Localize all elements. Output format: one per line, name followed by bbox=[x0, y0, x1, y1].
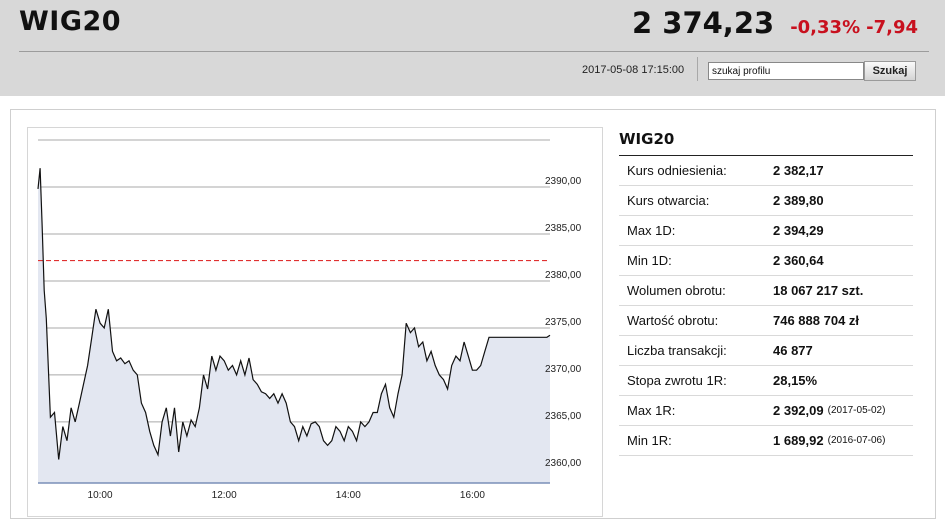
stats-value: 46 877 bbox=[773, 343, 813, 358]
stats-label: Kurs odniesienia: bbox=[627, 163, 727, 178]
toolbar-divider bbox=[697, 57, 698, 81]
stats-row: Kurs odniesienia: 2 382,17 bbox=[619, 156, 913, 186]
stats-row: Wartość obrotu: 746 888 704 zł bbox=[619, 306, 913, 336]
chart-svg: 2360,00 2365,00 2370,00 2375,00 2380,00 2385,… bbox=[37, 139, 582, 501]
quote-header: WIG20 2 374,23 -0,33% -7,94 2017-05-08 1… bbox=[0, 0, 945, 96]
stats-value: 1 689,92 bbox=[773, 433, 824, 448]
y-tick-label: 2365,00 bbox=[545, 411, 582, 422]
stats-row: Wolumen obrotu: 18 067 217 szt. bbox=[619, 276, 913, 306]
stats-row: Max 1D: 2 394,29 bbox=[619, 216, 913, 246]
intraday-chart: 2360,00 2365,00 2370,00 2375,00 2380,00 2385,… bbox=[27, 127, 603, 517]
stats-value: 18 067 217 szt. bbox=[773, 283, 864, 298]
stats-panel: WIG20 Kurs odniesienia: 2 382,17 Kurs otwa… bbox=[619, 126, 913, 456]
price-area bbox=[38, 168, 550, 483]
profile-search-input[interactable] bbox=[708, 62, 864, 80]
header-divider bbox=[19, 51, 929, 52]
price-block: 2 374,23 -0,33% -7,94 bbox=[632, 6, 918, 40]
stats-date: (2016-07-06) bbox=[827, 435, 886, 446]
index-name: WIG20 bbox=[19, 6, 122, 37]
stats-table: Kurs odniesienia: 2 382,17 Kurs otwarcia: 2… bbox=[619, 156, 913, 456]
y-tick-label: 2385,00 bbox=[545, 223, 582, 234]
current-price: 2 374,23 bbox=[632, 6, 775, 40]
stats-value: 2 382,17 bbox=[773, 163, 824, 178]
stats-label: Stopa zwrotu 1R: bbox=[627, 373, 727, 388]
stats-row: Liczba transakcji: 46 877 bbox=[619, 336, 913, 366]
stats-label: Min 1D: bbox=[627, 253, 672, 268]
x-tick-label: 16:00 bbox=[460, 490, 485, 501]
stats-value: 2 394,29 bbox=[773, 223, 824, 238]
y-tick-label: 2360,00 bbox=[545, 458, 582, 469]
stats-label: Max 1R: bbox=[627, 403, 676, 418]
stats-label: Max 1D: bbox=[627, 223, 676, 238]
stats-row: Stopa zwrotu 1R: 28,15% bbox=[619, 366, 913, 396]
x-tick-label: 10:00 bbox=[88, 490, 113, 501]
stats-value: 2 360,64 bbox=[773, 253, 824, 268]
y-tick-label: 2380,00 bbox=[545, 270, 582, 281]
stats-row: Kurs otwarcia: 2 389,80 bbox=[619, 186, 913, 216]
change-percent: -0,33% bbox=[790, 17, 861, 38]
stats-value: 746 888 704 zł bbox=[773, 313, 860, 328]
stats-value: 2 392,09 bbox=[773, 403, 824, 418]
stats-value: 28,15% bbox=[773, 373, 818, 388]
quote-timestamp: 2017-05-08 17:15:00 bbox=[582, 64, 685, 76]
stats-row: Min 1R: 1 689,92 (2016-07-06) bbox=[619, 426, 913, 456]
stats-label: Kurs otwarcia: bbox=[627, 193, 710, 208]
stats-label: Wolumen obrotu: bbox=[627, 283, 726, 298]
stats-row: Max 1R: 2 392,09 (2017-05-02) bbox=[619, 396, 913, 426]
stats-date: (2017-05-02) bbox=[827, 405, 886, 416]
y-tick-label: 2390,00 bbox=[545, 176, 582, 187]
stats-label: Min 1R: bbox=[627, 433, 672, 448]
x-tick-label: 14:00 bbox=[336, 490, 361, 501]
x-tick-label: 12:00 bbox=[212, 490, 237, 501]
stats-label: Wartość obrotu: bbox=[627, 313, 719, 328]
y-tick-label: 2370,00 bbox=[545, 364, 582, 375]
stats-label: Liczba transakcji: bbox=[627, 343, 727, 358]
stats-value: 2 389,80 bbox=[773, 193, 824, 208]
change-absolute: -7,94 bbox=[866, 17, 918, 38]
y-tick-label: 2375,00 bbox=[545, 317, 582, 328]
search-button[interactable]: Szukaj bbox=[864, 61, 916, 81]
stats-title: WIG20 bbox=[619, 126, 913, 156]
stats-row: Min 1D: 2 360,64 bbox=[619, 246, 913, 276]
